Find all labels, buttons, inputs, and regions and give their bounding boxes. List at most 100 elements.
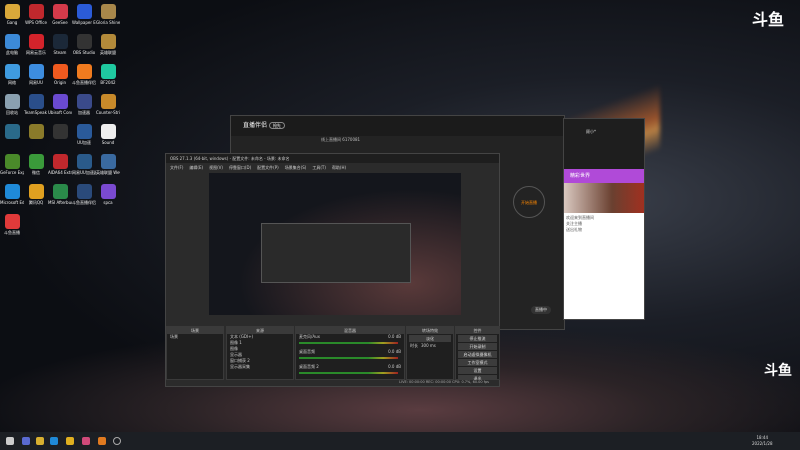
desktop-icon-label: 斗鱼直播伴侣: [72, 200, 96, 205]
desktop-icon-label: 微信: [32, 170, 40, 175]
edge-icon[interactable]: [50, 437, 58, 445]
desktop-icon[interactable]: 网易云音乐: [24, 34, 48, 55]
volume-slider[interactable]: [299, 342, 398, 344]
channel-name: 桌面音频 2: [299, 364, 319, 369]
app-icon: [100, 4, 116, 19]
taskbar-app-icon[interactable]: [22, 437, 30, 445]
desktop-icon[interactable]: 此电脑: [0, 34, 24, 55]
control-button[interactable]: 启动虚拟摄像机: [458, 351, 497, 358]
date: 2022/1/28: [752, 441, 773, 446]
menu-item[interactable]: 停靠窗口(D): [229, 163, 251, 172]
desktop-icon[interactable]: MSI Afterburner: [48, 184, 72, 205]
desktop-icon[interactable]: 网易UU加速器: [72, 154, 96, 175]
desktop-icon-label: Microsoft Edge: [0, 200, 24, 205]
menu-item[interactable]: 场景集合(S): [285, 163, 307, 172]
desktop-icon[interactable]: Wallpaper Engine: [72, 4, 96, 25]
desktop-icon[interactable]: GeeSee: [48, 4, 72, 25]
desktop-icon[interactable]: [48, 124, 72, 140]
desktop-icon[interactable]: UU加速: [72, 124, 96, 145]
taskbar: 18:44 2022/1/28: [0, 432, 800, 450]
clock[interactable]: 18:44 2022/1/28: [752, 435, 773, 447]
volume-slider[interactable]: [299, 357, 398, 359]
menu-item[interactable]: 工具(T): [312, 163, 326, 172]
menu-item[interactable]: 文件(F): [170, 163, 183, 172]
obs-preview[interactable]: [209, 173, 461, 315]
start-button[interactable]: [6, 437, 14, 445]
control-button[interactable]: 停止推流: [458, 335, 497, 342]
desktop-icon[interactable]: Origin: [48, 64, 72, 85]
desktop-icon[interactable]: TeamSpeak 3: [24, 94, 48, 115]
desktop-icon[interactable]: 斗鱼直播: [0, 214, 24, 235]
badge[interactable]: 抢先: [268, 122, 285, 129]
obs-titlebar: OBS 27.1.3 (64-bit, windows) - 配置文件: 未命名…: [166, 154, 499, 163]
desktop-icon[interactable]: 英雄联盟: [96, 34, 120, 55]
channel-db: 0.0 dB: [388, 334, 401, 339]
scene-item[interactable]: 场景: [167, 334, 223, 340]
desktop-icon[interactable]: AIDA64 Extreme: [48, 154, 72, 175]
desktop-icon[interactable]: Gang: [0, 4, 24, 25]
menu-item[interactable]: 编辑(E): [189, 163, 203, 172]
obs-taskbar-icon[interactable]: [113, 437, 121, 445]
stream-tool-taskbar-icon[interactable]: [98, 437, 106, 445]
desktop-icon[interactable]: spca: [96, 184, 120, 205]
taskbar-app-icon[interactable]: [82, 437, 90, 445]
desktop-icon-label: Sound: [101, 140, 115, 145]
desktop-icon[interactable]: 微信: [24, 154, 48, 175]
desktop-icon[interactable]: Gloria Shine H...: [96, 4, 120, 25]
desktop-icon-label: Steam: [53, 50, 67, 55]
volume-slider[interactable]: [299, 372, 398, 374]
dock-header: 转场特效: [407, 327, 453, 334]
desktop-icon[interactable]: [24, 124, 48, 140]
desktop-icon[interactable]: GeForce Experience: [0, 154, 24, 175]
desktop-icon[interactable]: 腾讯QQ: [24, 184, 48, 205]
menu-item[interactable]: 帮助(H): [332, 163, 346, 172]
dock-header: 来源: [227, 327, 293, 334]
desktop-icon[interactable]: [0, 124, 24, 140]
desktop-icon-label: 网络: [8, 80, 16, 85]
app-icon: [4, 214, 20, 229]
desktop-icon[interactable]: 斗鱼直播伴侣: [72, 184, 96, 205]
app-title: 直播伴侣: [243, 122, 268, 129]
menu-item[interactable]: 视图(V): [209, 163, 223, 172]
desktop-icon[interactable]: 回收站: [0, 94, 24, 115]
live-button[interactable]: 直播中: [531, 306, 551, 314]
start-live-button[interactable]: 开始直播: [513, 186, 545, 218]
desktop-icon[interactable]: WPS Office: [24, 4, 48, 25]
chat-header: 顾小*: [564, 119, 644, 169]
desktop-icon-label: 英雄联盟: [100, 50, 116, 55]
desktop-icon[interactable]: 加速器: [72, 94, 96, 115]
taskbar-app-icon[interactable]: [66, 437, 74, 445]
channel-name: 麦克风/Aux: [299, 334, 320, 339]
desktop-icon[interactable]: 英雄联盟 WeGame版: [96, 154, 120, 175]
desktop-icon[interactable]: Ubisoft Connect: [48, 94, 72, 115]
desktop-icon[interactable]: BF2042: [96, 64, 120, 85]
desktop-icon[interactable]: 网易UU: [24, 64, 48, 85]
desktop-icon[interactable]: 网络: [0, 64, 24, 85]
transition-select[interactable]: 淡化: [409, 335, 451, 342]
promo-image[interactable]: [564, 183, 644, 213]
duration-input[interactable]: 300 ms: [421, 343, 436, 348]
desktop-icon[interactable]: Steam: [48, 34, 72, 55]
source-item[interactable]: 显示器采集: [227, 364, 293, 370]
desktop-icon-label: 英雄联盟 WeGame版: [96, 170, 120, 175]
obs-menu-bar: 文件(F) 编辑(E) 视图(V) 停靠窗口(D) 配置文件(P) 场景集合(S) 工具(T…: [166, 163, 499, 172]
banner[interactable]: 精彩世界: [564, 169, 644, 183]
desktop-icon[interactable]: Sound: [96, 124, 120, 145]
app-icon: [76, 4, 92, 19]
douyu-watermark-logo: 斗鱼: [752, 10, 785, 29]
desktop-icon[interactable]: 斗鱼直播伴侣: [72, 64, 96, 85]
menu-item[interactable]: 配置文件(P): [257, 163, 279, 172]
control-button[interactable]: 开始录制: [458, 343, 497, 350]
explorer-icon[interactable]: [36, 437, 44, 445]
desktop-icon[interactable]: Microsoft Edge: [0, 184, 24, 205]
duration-row: 时长 300 ms: [407, 343, 453, 349]
desktop-icon[interactable]: OBS Studio: [72, 34, 96, 55]
control-button[interactable]: 设置: [458, 367, 497, 374]
control-button[interactable]: 工作室模式: [458, 359, 497, 366]
dock-header: 混音器: [296, 327, 404, 334]
app-icon: [4, 154, 20, 169]
desktop-icon[interactable]: Counter-Strike Global Off...: [96, 94, 120, 115]
dock-header: 场景: [167, 327, 223, 334]
app-icon: [100, 94, 116, 109]
app-icon: [28, 124, 44, 139]
